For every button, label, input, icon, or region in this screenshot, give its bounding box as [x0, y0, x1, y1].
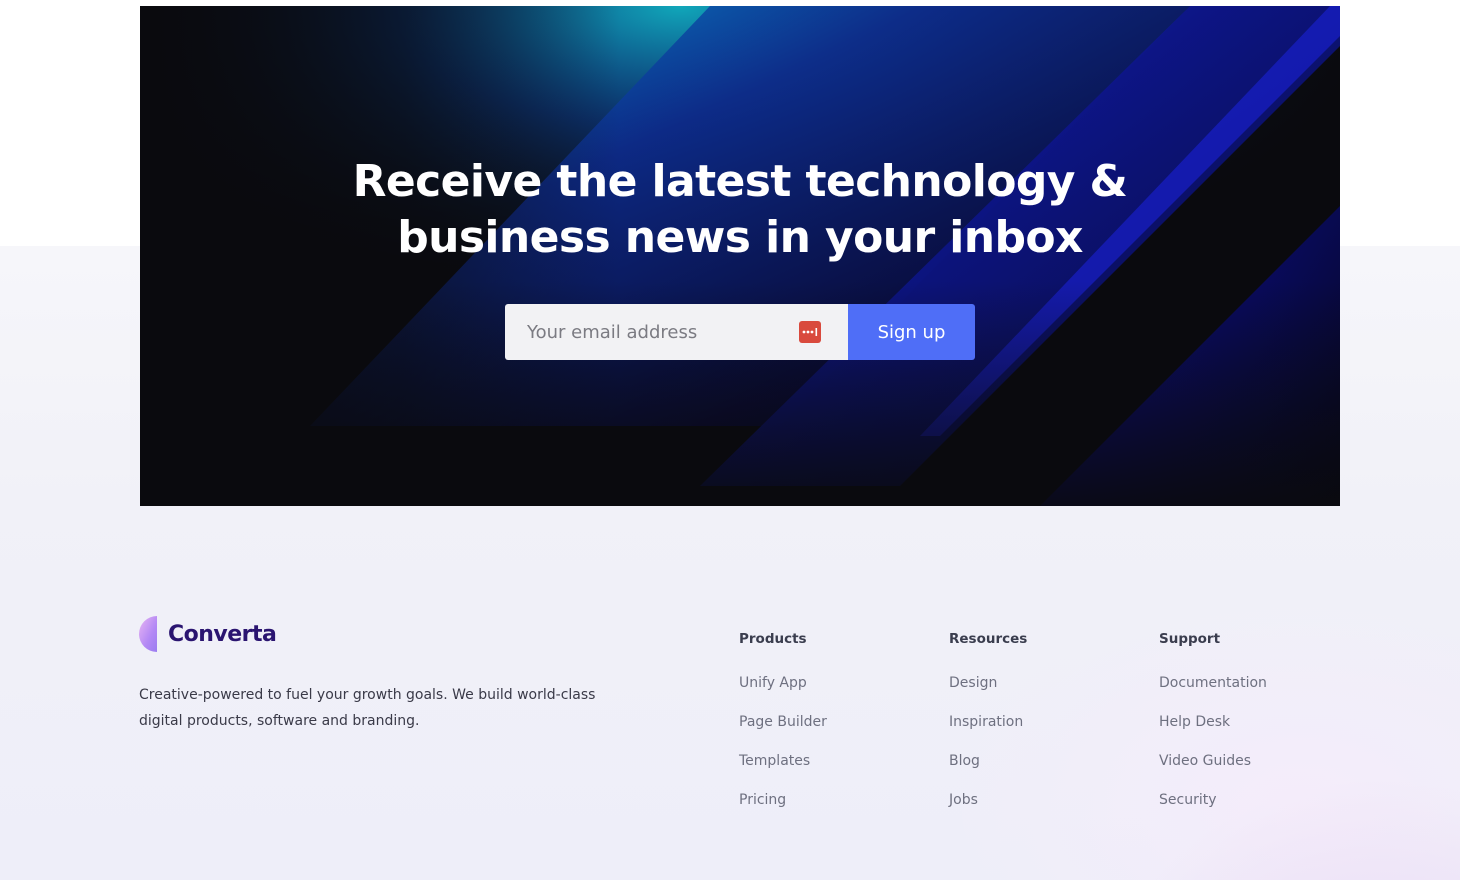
- footer-link-design[interactable]: Design: [949, 673, 1129, 693]
- footer-column-products: Products Unify App Page Builder Template…: [739, 630, 919, 829]
- column-heading: Products: [739, 631, 807, 647]
- footer-link-jobs[interactable]: Jobs: [949, 790, 1129, 810]
- brand-name: Converta: [168, 621, 277, 647]
- footer-link-video-guides[interactable]: Video Guides: [1159, 751, 1339, 771]
- email-field-wrapper: [505, 304, 848, 360]
- footer-link-pricing[interactable]: Pricing: [739, 790, 919, 810]
- footer-link-unify-app[interactable]: Unify App: [739, 673, 919, 693]
- footer-link-page-builder[interactable]: Page Builder: [739, 712, 919, 732]
- footer-link-templates[interactable]: Templates: [739, 751, 919, 771]
- password-manager-icon[interactable]: [799, 321, 821, 343]
- cta-heading-line1: Receive the latest technology &: [352, 156, 1128, 207]
- email-input[interactable]: [505, 304, 848, 360]
- footer-link-security[interactable]: Security: [1159, 790, 1339, 810]
- column-heading: Support: [1159, 631, 1221, 647]
- sign-up-button[interactable]: Sign up: [848, 304, 975, 360]
- converta-logo-icon: [139, 616, 157, 652]
- brand-description: Creative-powered to fuel your growth goa…: [139, 687, 596, 729]
- footer-column-resources: Resources Design Inspiration Blog Jobs: [949, 630, 1129, 829]
- footer-link-blog[interactable]: Blog: [949, 751, 1129, 771]
- footer-link-inspiration[interactable]: Inspiration: [949, 712, 1129, 732]
- footer-brand[interactable]: Converta: [139, 616, 277, 652]
- footer-link-help-desk[interactable]: Help Desk: [1159, 712, 1339, 732]
- footer-column-support: Support Documentation Help Desk Video Gu…: [1159, 630, 1339, 829]
- newsletter-form: Sign up: [505, 304, 975, 360]
- cta-heading-line2: business news in your inbox: [397, 212, 1083, 263]
- column-heading: Resources: [949, 631, 1028, 647]
- cta-heading: Receive the latest technology & business…: [140, 154, 1340, 266]
- footer-link-documentation[interactable]: Documentation: [1159, 673, 1339, 693]
- newsletter-cta: Receive the latest technology & business…: [140, 6, 1340, 506]
